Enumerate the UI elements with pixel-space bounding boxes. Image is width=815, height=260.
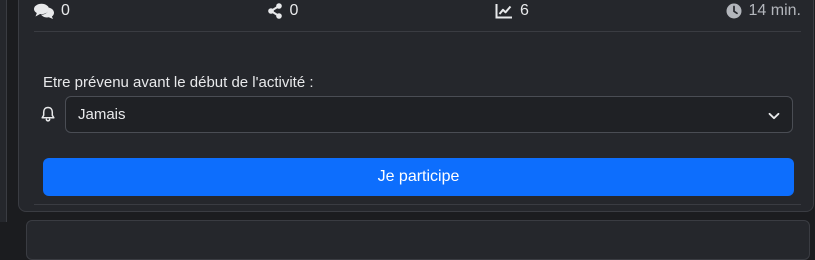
- duration-value: 14 min.: [748, 2, 801, 19]
- activity-stats: 0 0 6 14 min.: [34, 1, 801, 21]
- reminder-select[interactable]: Jamais: [65, 96, 793, 133]
- shares-stat: 0: [267, 2, 299, 20]
- chart-line-icon: [495, 3, 513, 19]
- activity-card: 0 0 6 14 min. Etre prévenu avant le débu…: [18, 0, 814, 212]
- bell-icon: [41, 106, 55, 127]
- divider: [34, 204, 801, 205]
- duration-stat: 14 min.: [726, 2, 801, 20]
- comments-stat: 0: [34, 2, 70, 20]
- divider: [34, 31, 801, 32]
- participate-button[interactable]: Je participe: [43, 158, 794, 196]
- next-activity-card: [26, 220, 810, 260]
- comments-count: 0: [61, 2, 70, 19]
- shares-count: 0: [289, 2, 299, 19]
- comments-icon: [34, 3, 54, 19]
- reminder-label: Etre prévenu avant le début de l'activit…: [43, 74, 314, 91]
- views-stat: 6: [495, 2, 529, 20]
- share-icon: [267, 3, 283, 19]
- clock-icon: [726, 3, 742, 19]
- views-count: 6: [520, 2, 529, 19]
- sidebar-edge: [0, 0, 7, 222]
- participate-button-label: Je participe: [377, 168, 460, 185]
- chevron-down-icon: [768, 109, 780, 126]
- reminder-select-value: Jamais: [78, 106, 126, 123]
